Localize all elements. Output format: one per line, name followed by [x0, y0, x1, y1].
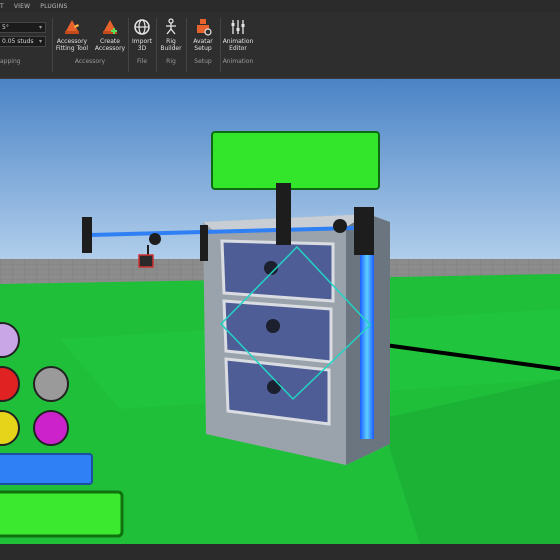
tool-label: Animation [222, 38, 254, 45]
accessory-group-label: Accessory [74, 58, 106, 65]
tool-label: Avatar [193, 38, 213, 45]
animation-editor-icon [231, 20, 245, 34]
move-snap-field[interactable]: 0.05 studs ▾ [0, 36, 46, 47]
handle-joint[interactable] [333, 219, 347, 233]
handle-joint[interactable] [149, 233, 161, 245]
chevron-down-icon[interactable]: ▾ [39, 23, 42, 32]
pendant-object[interactable] [138, 254, 154, 268]
scene-canvas[interactable] [0, 79, 560, 544]
menu-item-view[interactable]: VIEW [14, 3, 30, 10]
3d-viewport[interactable] [0, 79, 560, 544]
tool-label: Create [100, 38, 120, 45]
tool-label: Setup [194, 45, 212, 52]
rig-group-label: Rig [166, 58, 176, 65]
avatar-setup-icon [197, 19, 212, 36]
drawer-knob [267, 380, 281, 394]
green-bar[interactable] [0, 490, 124, 538]
animation-group-label: Animation [222, 58, 254, 65]
snapping-group-label: apping [0, 58, 21, 65]
rig-builder-icon [166, 18, 176, 35]
status-bar [0, 544, 560, 560]
menu-item-plugins[interactable]: PLUGINS [40, 3, 67, 10]
accessory-fitting-tool-icon [65, 20, 79, 34]
swatch-magenta[interactable] [33, 410, 69, 446]
handle-cap[interactable] [354, 207, 374, 255]
tool-label: Fitting Tool [55, 45, 89, 52]
create-accessory-icon [103, 20, 117, 34]
handle-cap[interactable] [276, 183, 291, 245]
tool-label: Accessory [56, 38, 88, 45]
blue-bar[interactable] [0, 453, 93, 485]
chevron-down-icon[interactable]: ▾ [39, 37, 42, 46]
drawer-middle[interactable] [222, 299, 333, 364]
tool-label: Editor [229, 45, 247, 52]
ribbon-toolbar: 5° ▾ 0.05 studs ▾ apping Accessory Fitti… [0, 12, 560, 79]
rotate-snap-value: 5° [2, 24, 9, 31]
setup-group-label: Setup [194, 58, 212, 65]
green-label-block[interactable] [211, 131, 380, 190]
menu-item-partial[interactable]: T [0, 3, 4, 10]
move-snap-value: 0.05 studs [2, 38, 34, 45]
swatch-gray[interactable] [33, 366, 69, 402]
handle-cap[interactable] [82, 217, 92, 253]
file-group-label: File [136, 58, 148, 65]
neon-strip [360, 249, 374, 439]
tool-label: 3D [137, 45, 147, 52]
rotate-snap-field[interactable]: 5° ▾ [0, 22, 46, 33]
animation-editor-button[interactable]: Animation Editor [214, 18, 262, 52]
menu-bar: T VIEW PLUGINS [0, 0, 560, 12]
tool-label: Rig [166, 38, 176, 45]
handle-cap[interactable] [200, 225, 208, 261]
drawer-top[interactable] [220, 239, 335, 303]
drawer-knob [266, 319, 280, 333]
